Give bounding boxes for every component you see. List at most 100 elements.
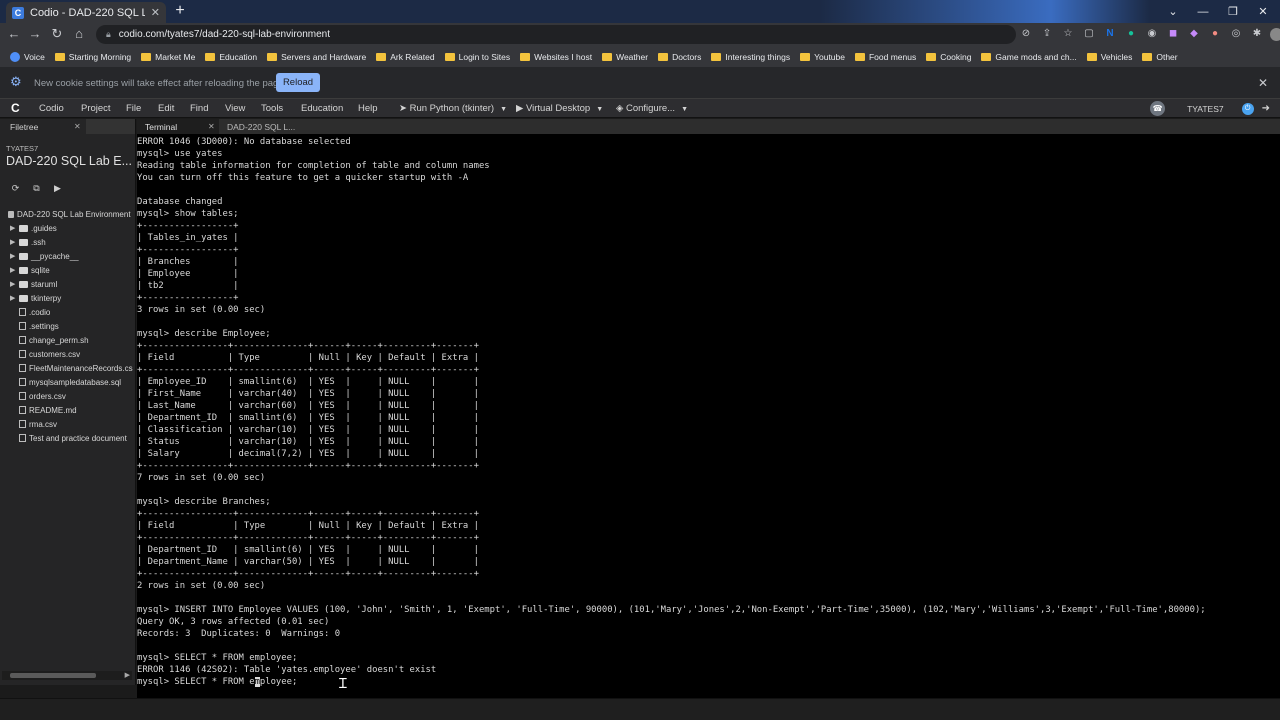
terminal[interactable]: ERROR 1046 (3D000): No database selected… (137, 134, 1280, 698)
screen: C Codio - DAD-220 SQL Lab Enviro ✕ + ⌄ —… (0, 0, 1280, 720)
bookmark-item[interactable]: Other (1142, 52, 1178, 62)
tree-folder[interactable]: ▶ sqlite (8, 263, 135, 277)
back-arrow-icon[interactable]: ← (6, 26, 22, 42)
logout-icon[interactable]: ➜ (1262, 103, 1270, 114)
menu-edit[interactable]: Edit (158, 103, 174, 114)
bookmark-item[interactable]: Websites I host (520, 52, 592, 62)
collapse-icon[interactable]: ⧉ (31, 183, 42, 194)
menu-file[interactable]: File (126, 103, 141, 114)
power-icon[interactable]: ⏻ (1241, 102, 1254, 115)
reload-icon[interactable]: ↻ (49, 26, 65, 42)
close-tab-icon[interactable]: ✕ (151, 6, 160, 19)
tree-folder[interactable]: ▶ .ssh (8, 235, 135, 249)
bookmark-item[interactable]: Voice (10, 51, 45, 62)
bookmark-label: Doctors (672, 51, 702, 62)
puzzle-extensions-icon[interactable]: ✱ (1249, 26, 1265, 42)
bookmark-item[interactable]: Login to Sites (444, 52, 510, 62)
tree-folder[interactable]: ▶ __pycache__ (8, 249, 135, 263)
onenote-icon[interactable]: ◼ (1165, 26, 1181, 42)
tab-guide[interactable]: DAD-220 SQL L... (219, 119, 309, 134)
filetree-horizontal-scrollbar[interactable]: ▶ (2, 671, 132, 680)
share-icon[interactable]: ⇪ (1039, 26, 1055, 42)
bookmark-item[interactable]: Starting Morning (54, 52, 131, 62)
terminal-line: mysql> show tables; (137, 209, 239, 219)
tree-folder[interactable]: ▶ staruml (8, 277, 135, 291)
bookmark-item[interactable]: Doctors (658, 52, 701, 62)
virtual-desktop-button[interactable]: ▶ Virtual Desktop ▼ (516, 103, 603, 114)
close-filetree-icon[interactable]: ✕ (74, 122, 81, 131)
tree-file[interactable]: orders.csv (8, 389, 135, 403)
tree-folder[interactable]: ▶ .guides (8, 221, 135, 235)
red-extension-icon[interactable]: ● (1207, 26, 1223, 42)
menu-view[interactable]: View (225, 103, 245, 114)
forward-arrow-icon[interactable]: → (27, 26, 43, 42)
bookmark-item[interactable]: Weather (602, 52, 648, 62)
bookmark-item[interactable]: Vehicles (1086, 52, 1132, 62)
profile-avatar-icon[interactable] (1270, 27, 1280, 41)
filetree-tab[interactable]: Filetree ✕ (0, 119, 86, 134)
bookmark-item[interactable]: Market Me (141, 52, 195, 62)
tree-file[interactable]: .settings (8, 319, 135, 333)
menu-tools[interactable]: Tools (261, 103, 283, 114)
tree-file[interactable]: README.md (8, 403, 135, 417)
tree-file[interactable]: rma.csv (8, 417, 135, 431)
run-python-button[interactable]: ➤ Run Python (tkinter) ▼ (399, 103, 507, 114)
codio-logo-icon[interactable]: C (11, 102, 23, 114)
reload-button[interactable]: Reload (276, 73, 320, 92)
scrollbar-thumb[interactable] (10, 673, 96, 678)
lock-icon (8, 210, 14, 218)
tree-file[interactable]: .codio (8, 305, 135, 319)
home-icon[interactable]: ⌂ (71, 26, 87, 42)
configure-button[interactable]: ◈ Configure... ▼ (616, 103, 688, 114)
scroll-right-arrow-icon[interactable]: ▶ (125, 671, 130, 679)
tree-file[interactable]: mysqlsampledatabase.sql (8, 375, 135, 389)
tree-folder[interactable]: ▶ tkinterpy (8, 291, 135, 305)
close-window-button[interactable]: ✕ (1248, 0, 1278, 23)
chevron-right-icon: ▶ (10, 239, 16, 246)
tree-file[interactable]: change_perm.sh (8, 333, 135, 347)
bookmark-item[interactable]: Food menus (854, 52, 916, 62)
tree-root[interactable]: DAD-220 SQL Lab Environment (8, 207, 135, 221)
menu-codio[interactable]: Codio (39, 103, 64, 114)
terminal-line: | Tables_in_yates | (137, 233, 239, 243)
address-bar[interactable]: 🔒︎ codio.com/tyates7/dad-220-sql-lab-env… (96, 25, 1016, 44)
extension-square-icon[interactable]: ▢ (1081, 26, 1097, 42)
tree-file[interactable]: Test and practice document (8, 431, 135, 445)
minimize-window-button[interactable]: — (1188, 0, 1218, 23)
bookmark-item[interactable]: Game mods and ch... (981, 51, 1077, 62)
settings-gear-icon: ⚙ (10, 74, 22, 89)
bookmark-item[interactable]: Education (205, 52, 257, 62)
menu-help[interactable]: Help (358, 103, 378, 114)
chevron-down-icon: ▼ (596, 106, 604, 113)
new-tab-button[interactable]: + (173, 3, 187, 19)
tab-search-icon[interactable]: ⌄ (1158, 0, 1188, 23)
extension-circle-icon[interactable]: ◉ (1144, 26, 1160, 42)
phone-icon[interactable]: ☎ (1150, 101, 1166, 116)
eye-off-icon[interactable]: ⊘ (1018, 26, 1034, 42)
tree-file[interactable]: FleetMaintenanceRecords.cs (8, 361, 135, 375)
bookmark-item[interactable]: Ark Related (376, 52, 435, 62)
menu-find[interactable]: Find (190, 103, 208, 114)
grammarly-icon[interactable]: ● (1123, 26, 1139, 42)
browser-tab-codio[interactable]: C Codio - DAD-220 SQL Lab Enviro ✕ (6, 2, 166, 23)
honey-extension-icon[interactable]: ◎ (1228, 26, 1244, 42)
tree-file[interactable]: customers.csv (8, 347, 135, 361)
play-icon[interactable]: ▶ (52, 183, 63, 194)
menu-education[interactable]: Education (301, 103, 343, 114)
bookmark-item[interactable]: Youtube (800, 52, 845, 62)
refresh-icon[interactable]: ⟳ (10, 183, 21, 194)
tab-terminal[interactable]: Terminal ✕ (137, 119, 219, 134)
bookmark-item[interactable]: Servers and Hardware (267, 52, 366, 62)
n-extension-icon[interactable]: N (1102, 26, 1118, 42)
restore-window-button[interactable]: ❐ (1218, 0, 1248, 23)
bookmark-item[interactable]: Interesting things (711, 52, 790, 62)
bookmark-item[interactable]: Cooking (926, 52, 971, 62)
close-infobar-icon[interactable]: ✕ (1258, 76, 1268, 90)
tree-item-label: FleetMaintenanceRecords.cs (29, 363, 133, 373)
bookmark-label: Game mods and ch... (995, 51, 1077, 62)
close-terminal-tab-icon[interactable]: ✕ (208, 122, 215, 131)
bookmark-star-icon[interactable]: ☆ (1060, 26, 1076, 42)
purple-extension-icon[interactable]: ◆ (1186, 26, 1202, 42)
menu-project[interactable]: Project (81, 103, 111, 114)
